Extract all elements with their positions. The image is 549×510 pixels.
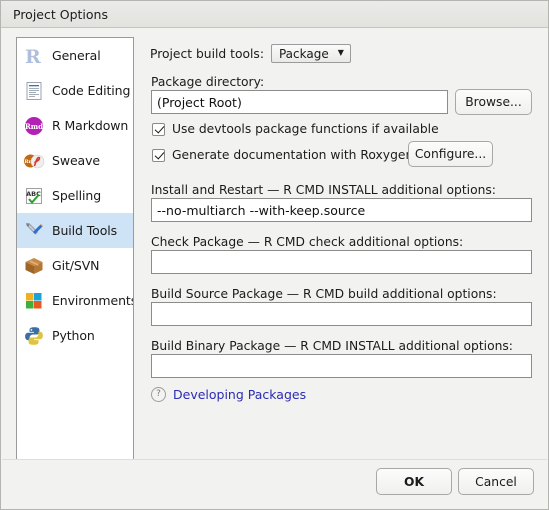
wrench-tools-icon xyxy=(22,219,46,243)
use-devtools-checkbox-row[interactable]: Use devtools package functions if availa… xyxy=(152,122,439,136)
use-devtools-checkbox[interactable] xyxy=(152,122,165,136)
configure-button[interactable]: Configure... xyxy=(408,141,493,167)
project-build-tools-row: Project build tools: Package ▼ xyxy=(150,44,351,63)
sidebar-item-spelling[interactable]: ABC Spelling xyxy=(17,178,133,213)
window-title: Project Options xyxy=(13,7,108,22)
project-build-tools-value: Package xyxy=(278,46,329,61)
options-category-list[interactable]: R General Code Editing Rmd R Markdown Rn… xyxy=(16,37,134,464)
project-build-tools-select[interactable]: Package ▼ xyxy=(270,44,351,63)
title-bar: Project Options xyxy=(1,1,548,28)
svg-text:ABC: ABC xyxy=(26,190,41,198)
sidebar-item-label: Git/SVN xyxy=(52,258,100,273)
use-devtools-label: Use devtools package functions if availa… xyxy=(172,122,439,136)
build-binary-options-label: Build Binary Package — R CMD INSTALL add… xyxy=(151,339,513,353)
chevron-down-icon: ▼ xyxy=(337,47,344,57)
color-squares-icon xyxy=(22,289,46,313)
developing-packages-link-label: Developing Packages xyxy=(173,387,307,402)
developing-packages-link[interactable]: ? Developing Packages xyxy=(151,387,306,402)
sidebar-item-environments[interactable]: Environments xyxy=(17,283,133,318)
sweave-pdf-icon: Rnw xyxy=(22,149,46,173)
question-mark-icon: ? xyxy=(151,387,166,402)
install-options-input[interactable] xyxy=(151,198,532,222)
sidebar-item-label: Sweave xyxy=(52,153,100,168)
dialog-footer: OK Cancel xyxy=(2,459,547,508)
ok-button[interactable]: OK xyxy=(376,468,452,495)
sidebar-item-label: Environments xyxy=(52,293,134,308)
sidebar-item-code-editing[interactable]: Code Editing xyxy=(17,73,133,108)
sidebar-item-label: Build Tools xyxy=(52,223,118,238)
project-options-dialog: Project Options R General Code Editing R… xyxy=(0,0,549,510)
package-directory-input[interactable] xyxy=(151,90,448,114)
svg-text:Rmd: Rmd xyxy=(25,122,43,131)
sidebar-item-label: Code Editing xyxy=(52,83,131,98)
sidebar-item-python[interactable]: Python xyxy=(17,318,133,353)
sidebar-item-build-tools[interactable]: Build Tools xyxy=(17,213,133,248)
sidebar-item-git-svn[interactable]: Git/SVN xyxy=(17,248,133,283)
rmd-badge-icon: Rmd xyxy=(22,114,46,138)
cancel-button[interactable]: Cancel xyxy=(458,468,534,495)
check-options-label: Check Package — R CMD check additional o… xyxy=(151,235,464,249)
install-options-label: Install and Restart — R CMD INSTALL addi… xyxy=(151,183,496,197)
generate-roxygen-label: Generate documentation with Roxygen xyxy=(172,148,414,162)
python-icon xyxy=(22,324,46,348)
sidebar-item-r-markdown[interactable]: Rmd R Markdown xyxy=(17,108,133,143)
abc-check-icon: ABC xyxy=(22,184,46,208)
package-directory-label: Package directory: xyxy=(151,75,265,89)
sidebar-item-general[interactable]: R General xyxy=(17,38,133,73)
build-source-options-input[interactable] xyxy=(151,302,532,326)
sidebar-item-label: Python xyxy=(52,328,95,343)
browse-button[interactable]: Browse... xyxy=(455,89,532,115)
svg-text:R: R xyxy=(25,46,41,68)
r-logo-icon: R xyxy=(22,44,46,68)
sidebar-item-sweave[interactable]: Rnw Sweave xyxy=(17,143,133,178)
generate-roxygen-checkbox-row[interactable]: Generate documentation with Roxygen xyxy=(152,148,413,162)
build-binary-options-input[interactable] xyxy=(151,354,532,378)
check-options-input[interactable] xyxy=(151,250,532,274)
document-icon xyxy=(22,79,46,103)
package-box-icon xyxy=(22,254,46,278)
sidebar-item-label: Spelling xyxy=(52,188,102,203)
dialog-content: R General Code Editing Rmd R Markdown Rn… xyxy=(2,29,547,509)
sidebar-item-label: R Markdown xyxy=(52,118,129,133)
project-build-tools-label: Project build tools: xyxy=(150,46,264,61)
build-source-options-label: Build Source Package — R CMD build addit… xyxy=(151,287,497,301)
sidebar-item-label: General xyxy=(52,48,101,63)
generate-roxygen-checkbox[interactable] xyxy=(152,148,165,162)
